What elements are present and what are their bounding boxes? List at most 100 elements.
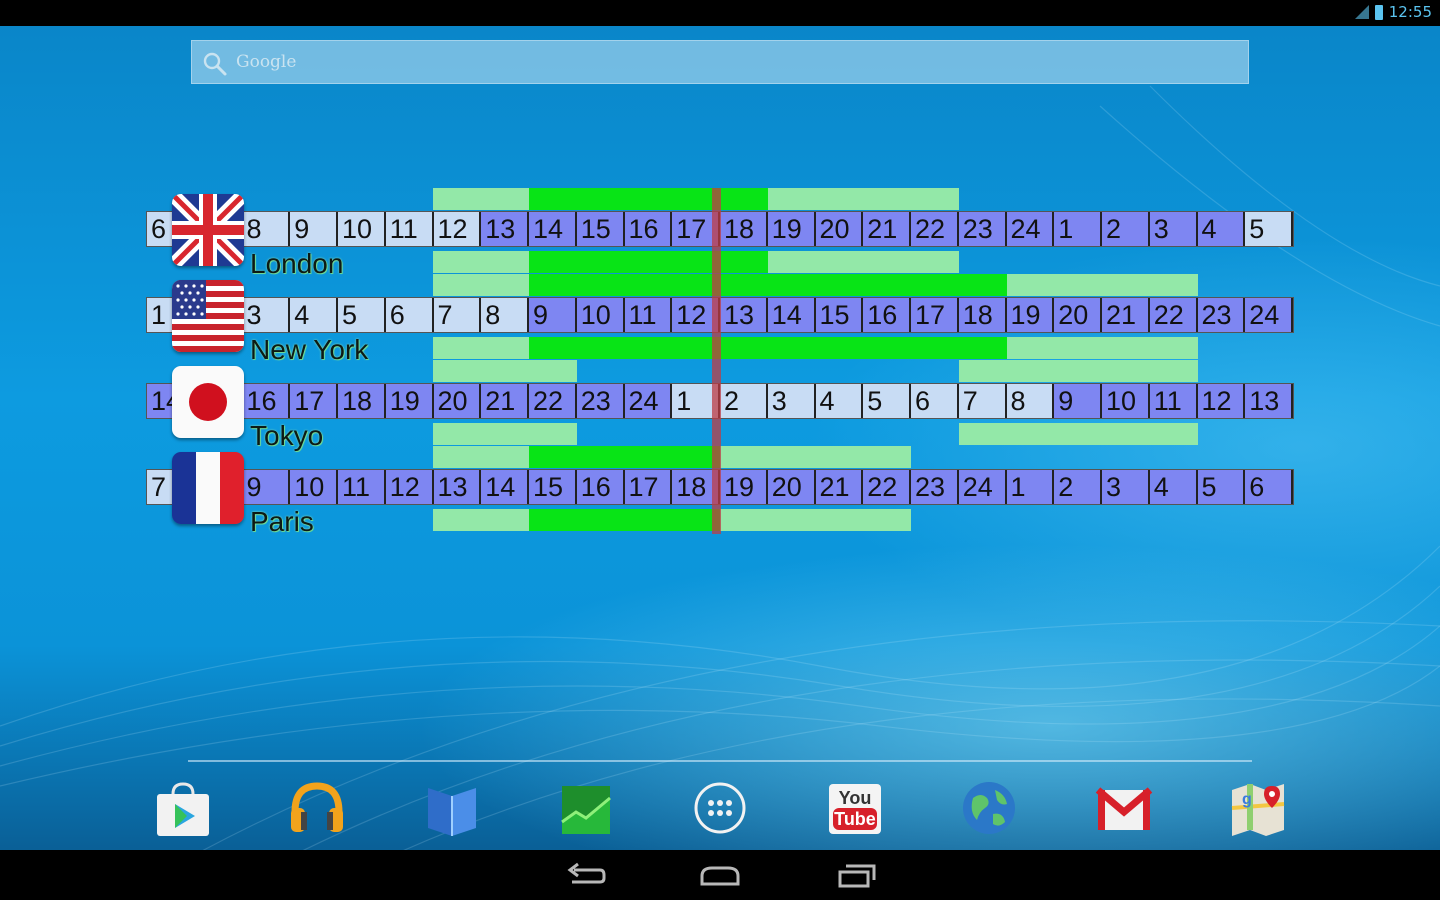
hour-cell: 16	[624, 212, 673, 246]
work-hours-band	[433, 360, 577, 382]
us-flag-icon	[172, 280, 244, 352]
hour-cell: 3	[767, 384, 816, 418]
hour-cell: 15	[529, 470, 577, 504]
hour-cell: 10	[338, 212, 386, 246]
hour-cell: 4	[1197, 212, 1246, 246]
hour-cell: 11	[624, 298, 673, 332]
hour-cell: 9	[290, 212, 338, 246]
status-time: 12:55	[1388, 3, 1432, 21]
work-hours-band	[959, 423, 1198, 445]
hour-cell: 22	[529, 384, 577, 418]
back-icon[interactable]	[564, 860, 608, 890]
hour-cell: 1	[1054, 212, 1102, 246]
youtube-icon[interactable]: You Tube	[825, 778, 885, 838]
gmail-icon[interactable]	[1094, 778, 1154, 838]
hour-cell: 16	[576, 470, 625, 504]
hour-cell: 19	[1006, 298, 1055, 332]
hour-cell: 3	[1102, 470, 1150, 504]
hour-cell: 17	[624, 470, 673, 504]
hour-cell: 3	[1149, 212, 1198, 246]
hour-cell: 23	[958, 212, 1007, 246]
hour-cell: 17	[290, 384, 338, 418]
hour-cell: 22	[1149, 298, 1198, 332]
hour-cell: 14	[529, 212, 577, 246]
app-drawer-icon[interactable]	[690, 778, 750, 838]
core-hours-band	[529, 251, 768, 273]
play-books-icon[interactable]	[422, 778, 482, 838]
hour-cell: 4	[815, 384, 864, 418]
hour-cell: 20	[433, 384, 482, 418]
core-hours-band	[529, 446, 720, 468]
hour-cell: 12	[1197, 384, 1246, 418]
hour-cell: 2	[1054, 470, 1102, 504]
google-search-bar[interactable]: Google	[191, 40, 1249, 84]
hour-cell: 15	[815, 298, 864, 332]
city-name: Paris	[250, 506, 314, 537]
hour-cell: 24	[958, 470, 1007, 504]
search-placeholder: Google	[236, 52, 297, 72]
hour-cell: 8	[242, 212, 291, 246]
dock-divider	[188, 760, 1252, 762]
svg-text:You: You	[839, 788, 872, 808]
hour-cell: 13	[433, 470, 482, 504]
hour-cell: 3	[242, 298, 291, 332]
hour-cell: 4	[1149, 470, 1198, 504]
hour-cell: 22	[911, 212, 959, 246]
hour-cell: 23	[1197, 298, 1246, 332]
hour-cell: 20	[767, 470, 816, 504]
play-store-icon[interactable]	[153, 778, 213, 838]
hour-cell: 22	[863, 470, 911, 504]
hour-cell: 14	[767, 298, 816, 332]
core-hours-band	[529, 337, 1007, 359]
svg-text:Tube: Tube	[834, 809, 876, 829]
hour-cell: 17	[911, 298, 959, 332]
maps-icon[interactable]: g	[1228, 778, 1288, 838]
play-music-icon[interactable]	[287, 778, 347, 838]
hour-cell: 9	[242, 470, 291, 504]
hour-cell: 19	[385, 384, 434, 418]
hour-cell: 12	[433, 212, 482, 246]
hour-cell: 4	[290, 298, 338, 332]
hour-cell: 21	[815, 470, 864, 504]
hour-cell: 19	[720, 470, 768, 504]
hour-cell: 16	[242, 384, 291, 418]
hour-cell: 6	[1245, 470, 1293, 504]
recent-apps-icon[interactable]	[834, 860, 878, 890]
hour-cell: 13	[720, 298, 768, 332]
navigation-bar	[0, 850, 1440, 900]
hour-cell: 13	[1245, 384, 1293, 418]
hour-cell: 2	[1102, 212, 1150, 246]
hour-cell: 7	[433, 298, 482, 332]
hour-cell: 18	[720, 212, 768, 246]
browser-icon[interactable]	[959, 778, 1019, 838]
hour-cell: 5	[1245, 212, 1293, 246]
hour-cell: 10	[576, 298, 625, 332]
current-time-marker	[712, 188, 721, 534]
hour-cell: 10	[290, 470, 338, 504]
hour-cell: 21	[863, 212, 911, 246]
hour-cell: 21	[1102, 298, 1150, 332]
hour-cell: 9	[1054, 384, 1102, 418]
hour-cell: 15	[576, 212, 625, 246]
dock: You Tube g	[0, 770, 1440, 850]
hour-cell: 20	[1054, 298, 1102, 332]
france-flag-icon	[172, 452, 244, 524]
hour-cell: 8	[1006, 384, 1055, 418]
finance-icon[interactable]	[556, 778, 616, 838]
search-icon	[203, 52, 227, 76]
hour-cell: 10	[1102, 384, 1150, 418]
signal-icon	[1354, 5, 1369, 19]
hour-cell: 9	[529, 298, 577, 332]
hour-cell: 8	[481, 298, 529, 332]
hour-cell: 1	[1006, 470, 1055, 504]
hour-cell: 11	[338, 470, 386, 504]
hour-cell: 6	[385, 298, 434, 332]
home-icon[interactable]	[698, 860, 742, 890]
core-hours-band	[529, 188, 768, 210]
svg-text:g: g	[1242, 791, 1252, 808]
hour-cell: 12	[385, 470, 434, 504]
hour-cell: 24	[1245, 298, 1293, 332]
hour-cell: 13	[481, 212, 529, 246]
hour-cell: 14	[481, 470, 529, 504]
hour-cell: 19	[767, 212, 816, 246]
